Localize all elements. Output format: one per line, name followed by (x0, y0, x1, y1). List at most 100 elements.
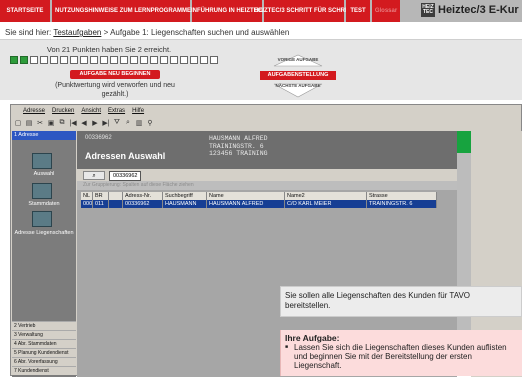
progress-box (10, 56, 18, 64)
task-description-button[interactable]: AUFGABENSTELLUNG (260, 71, 336, 80)
progress-box (190, 56, 198, 64)
progress-box (210, 56, 218, 64)
next-icon[interactable]: ▶ (91, 119, 99, 127)
progress-box (50, 56, 58, 64)
record-tab-bar: ⌕ 00336962 (77, 169, 457, 181)
task-navigation: VORIGE AUFGABE AUFGABENSTELLUNG NÄCHSTE … (260, 54, 336, 98)
module-item-3[interactable]: 5 Planung Kundendienst (12, 348, 76, 357)
module-item-2[interactable]: 4 Abr. Stammdaten (12, 339, 76, 348)
column-header[interactable]: Name2 (285, 192, 367, 200)
table-cell: TRAININGSTR. 6 (367, 200, 437, 208)
column-header[interactable]: Strasse (367, 192, 437, 200)
progress-box (180, 56, 188, 64)
progress-box (70, 56, 78, 64)
menu-item-4[interactable]: Hilfe (132, 108, 144, 114)
table-cell: 011 (93, 200, 109, 208)
properties-icon[interactable] (32, 211, 52, 227)
sidebar-item-liegenschaften[interactable]: Adresse Liegenschaften (12, 230, 76, 236)
search-icon[interactable]: ⚲ (146, 119, 154, 127)
column-header[interactable]: NL (81, 192, 93, 200)
logo: HEIZ TEC Heiztec/3 E-Kur (421, 3, 519, 17)
filter-icon[interactable]: ⛛ (113, 119, 121, 127)
menu-item-1[interactable]: Drucken (52, 108, 74, 114)
restart-task-button[interactable]: AUFGABE NEU BEGINNEN (70, 70, 160, 79)
module-item-1[interactable]: 3 Verwaltung (12, 330, 76, 339)
progress-box (40, 56, 48, 64)
print-icon[interactable]: ▣ (47, 119, 55, 127)
master-data-icon[interactable] (32, 183, 52, 199)
progress-box (90, 56, 98, 64)
first-icon[interactable]: |◀ (69, 119, 77, 127)
open-icon[interactable]: ▤ (25, 119, 33, 127)
progress-boxes (10, 56, 218, 64)
zoom-icon[interactable]: ⌕ (124, 119, 132, 127)
chart-icon[interactable]: ▥ (135, 119, 143, 127)
logo-text: Heiztec/3 E-Kur (438, 4, 519, 16)
instruction-message: Sie sollen alle Liegenschaften des Kunde… (280, 286, 522, 317)
record-id: 00336962 (85, 135, 112, 141)
breadcrumb-separator: > (103, 28, 109, 37)
table-row[interactable]: 000 011 00336962 HAUSMANN HAUSMANN ALFRED C/O… (81, 200, 453, 208)
new-doc-icon[interactable]: ▢ (14, 119, 22, 127)
record-city: 123456 TRAINING (209, 150, 268, 157)
breadcrumb-link[interactable]: Testaufgaben (53, 28, 101, 37)
column-header[interactable]: Name (207, 192, 285, 200)
column-header[interactable]: Suchbegriff (163, 192, 207, 200)
progress-box (20, 56, 28, 64)
table-cell: C/O KARL MEIER (285, 200, 367, 208)
record-address: HAUSMANN ALFRED TRAININGSTR. 6 123456 TR… (209, 135, 268, 158)
nav-item-5[interactable]: Glossar (372, 0, 402, 22)
panel-title: Adressen Auswahl (85, 151, 166, 161)
progress-box (30, 56, 38, 64)
search-icon[interactable]: ⌕ (83, 171, 105, 180)
progress-text: Von 21 Punkten haben Sie 2 erreicht. (46, 45, 172, 54)
breadcrumb-current: Aufgabe 1: Liegenschaften suchen und aus… (110, 28, 290, 37)
progress-box (170, 56, 178, 64)
table-cell: 000 (81, 200, 93, 208)
progress-box (80, 56, 88, 64)
column-header[interactable]: BR (93, 192, 109, 200)
progress-box (130, 56, 138, 64)
menu-item-3[interactable]: Extras (108, 108, 125, 114)
tab-record[interactable]: 00336962 (109, 171, 142, 181)
task-box: Ihre Aufgabe: Lassen Sie sich die Liegen… (280, 330, 522, 376)
menu-item-0[interactable]: Adresse (23, 108, 45, 114)
status-indicator (457, 131, 471, 153)
address-grid: NL BR Adress-Nr. Suchbegriff Name Name2 Strass… (81, 192, 453, 208)
group-by-area[interactable]: Zur Gruppierung: Spalten auf diese Fläch… (77, 181, 457, 190)
column-header[interactable]: Adress-Nr. (123, 192, 163, 200)
column-header[interactable] (109, 192, 123, 200)
cut-icon[interactable]: ✂ (36, 119, 44, 127)
prev-icon[interactable]: ◀ (80, 119, 88, 127)
sidebar-item-auswahl[interactable]: Auswahl (12, 171, 76, 177)
module-item-0[interactable]: 2 Vertrieb (12, 321, 76, 330)
last-icon[interactable]: ▶| (102, 119, 110, 127)
module-item-4[interactable]: 6 Abr. Vorerfassung (12, 357, 76, 366)
progress-box (120, 56, 128, 64)
module-list: 2 Vertrieb 3 Verwaltung 4 Abr. Stammdaten 5… (12, 321, 76, 375)
scrollbar[interactable] (457, 153, 471, 351)
sidebar-item-stammdaten[interactable]: Stammdaten (12, 201, 76, 207)
logo-badge: HEIZ TEC (421, 3, 435, 17)
menu-item-2[interactable]: Ansicht (81, 108, 101, 114)
nav-item-4[interactable]: TEST (346, 0, 372, 22)
progress-box (150, 56, 158, 64)
previous-task-button[interactable]: VORIGE AUFGABE (260, 57, 336, 62)
sidebar-header[interactable]: 1 Adresse (12, 131, 76, 140)
copy-icon[interactable]: ⧉ (58, 119, 66, 127)
progress-box (160, 56, 168, 64)
progress-box (100, 56, 108, 64)
nav-item-0[interactable]: STARTSEITE (0, 0, 52, 22)
progress-box (140, 56, 148, 64)
record-header: 00336962 Adressen Auswahl HAUSMANN ALFRE… (77, 131, 457, 169)
menu-bar: Adresse Drucken Ansicht Extras Hilfe (11, 105, 521, 116)
module-item-5[interactable]: 7 Kundendienst (12, 366, 76, 375)
record-name: HAUSMANN ALFRED (209, 135, 268, 142)
address-list-icon[interactable] (32, 153, 52, 169)
next-task-button[interactable]: NÄCHSTE AUFGABE (260, 83, 336, 88)
progress-box (110, 56, 118, 64)
table-cell: HAUSMANN ALFRED (207, 200, 285, 208)
nav-item-1[interactable]: NUTZUNGSHINWEISE ZUM LERNPROGRAMM (52, 0, 192, 22)
table-cell: HAUSMANN (163, 200, 207, 208)
nav-item-3[interactable]: HEIZTEC/3 SCHRITT FÜR SCHRITT (254, 0, 354, 22)
